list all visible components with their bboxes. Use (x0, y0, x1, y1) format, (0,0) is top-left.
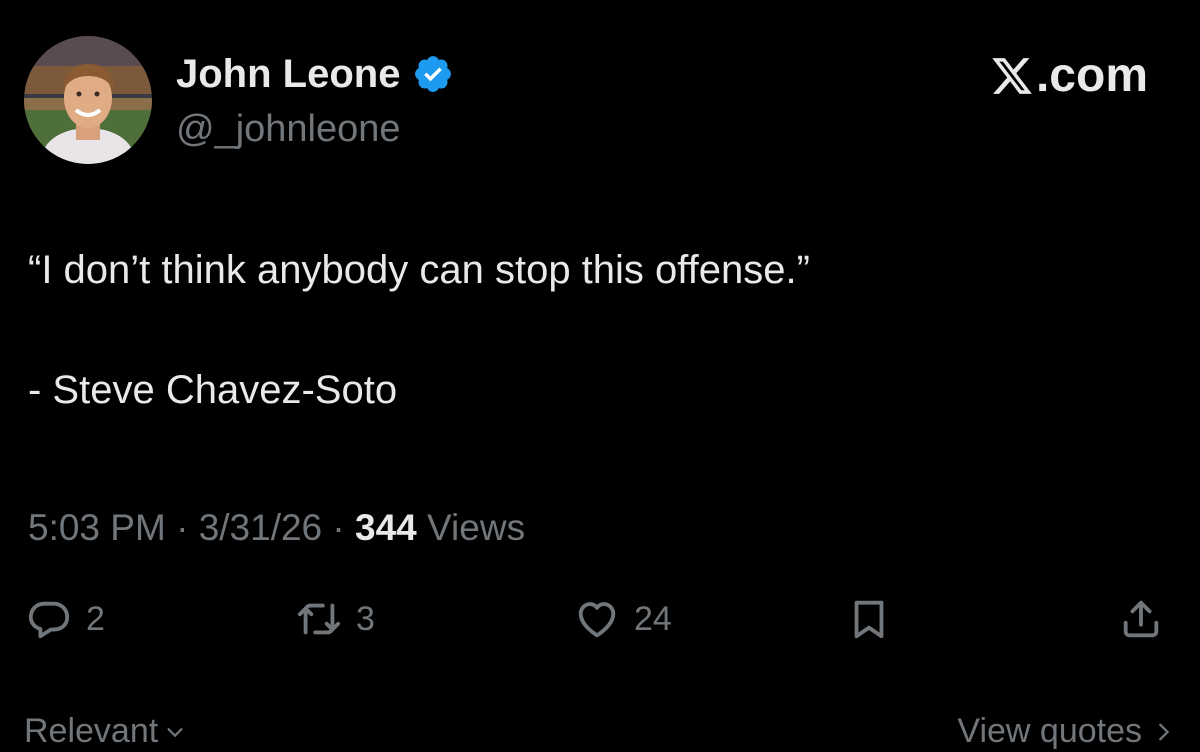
brand-label: .com (1035, 49, 1148, 102)
chevron-down-icon (167, 727, 183, 737)
heart-icon (578, 602, 616, 638)
author-name-row[interactable]: John Leone (176, 50, 454, 98)
tweet-actions-bar: 2 3 24 (0, 596, 1200, 652)
profile-photo (24, 36, 152, 164)
like-button[interactable]: 24 (574, 596, 672, 642)
views-count: 344 (355, 507, 417, 548)
verified-badge-icon (415, 56, 452, 92)
like-count: 24 (634, 599, 672, 638)
retweet-button[interactable]: 3 (296, 596, 375, 642)
tweet-text: “I don’t think anybody can stop this off… (28, 240, 810, 420)
tweet-header: John Leone @_johnleone .com (24, 36, 1176, 166)
x-logo-icon (992, 58, 1032, 94)
reply-count: 2 (86, 599, 105, 638)
tweet-date[interactable]: 3/31/26 (199, 507, 322, 548)
author-display-name[interactable]: John Leone (176, 50, 400, 98)
tweet-line: “I don’t think anybody can stop this off… (28, 248, 810, 292)
bookmark-button[interactable] (846, 596, 892, 642)
bookmark-icon (854, 600, 884, 639)
tweet-time[interactable]: 5:03 PM (28, 507, 166, 548)
view-quotes-link[interactable]: View quotes (957, 712, 1174, 751)
meta-separator: · (165, 507, 199, 548)
reply-icon (28, 601, 70, 639)
author-handle[interactable]: @_johnleone (176, 106, 401, 152)
reply-button[interactable]: 2 (26, 596, 105, 642)
replies-bar: Relevant View quotes (24, 712, 1174, 752)
share-button[interactable] (1118, 596, 1164, 642)
view-quotes-label: View quotes (957, 712, 1142, 750)
chevron-right-icon (1159, 723, 1170, 740)
share-icon (1123, 600, 1159, 638)
tweet-meta: 5:03 PM · 3/31/26 · 344 Views (28, 505, 525, 551)
avatar[interactable] (24, 36, 152, 164)
views-label: Views (416, 507, 526, 548)
tweet-line: - Steve Chavez-Soto (28, 368, 398, 412)
retweet-icon (297, 603, 341, 635)
brand-watermark: .com (990, 48, 1148, 104)
meta-separator: · (322, 507, 356, 548)
sort-label: Relevant (24, 712, 159, 750)
sort-dropdown[interactable]: Relevant (24, 712, 186, 751)
retweet-count: 3 (356, 599, 375, 638)
